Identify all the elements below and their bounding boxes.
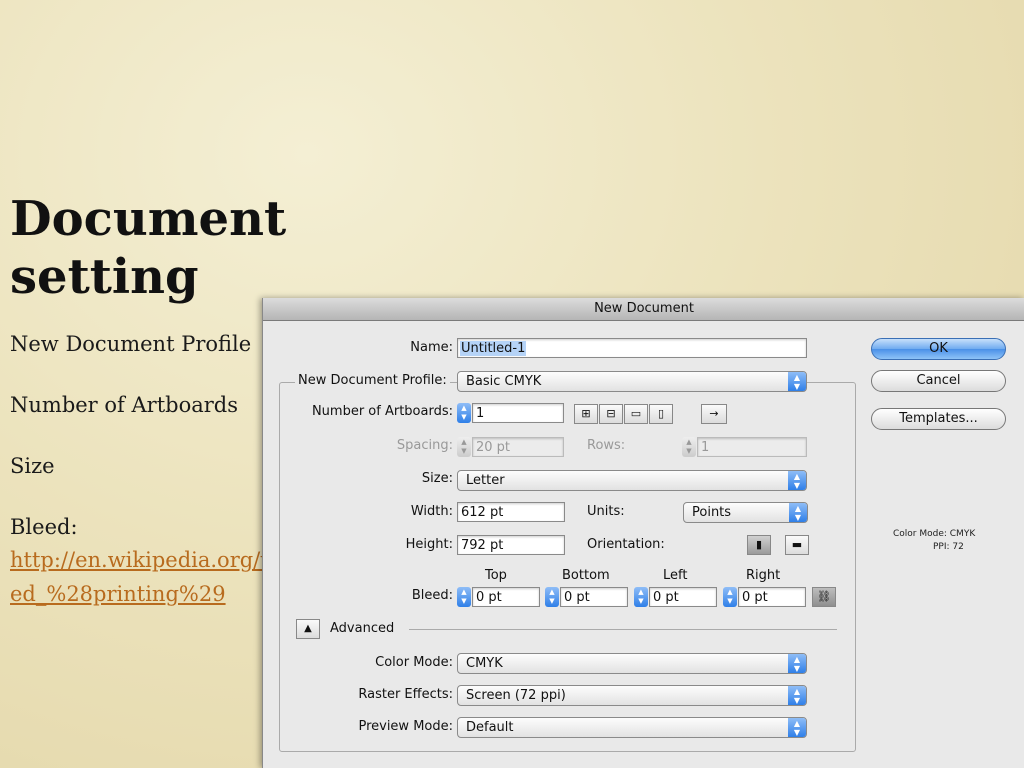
rows-stepper-icon: ▲ ▼ [682, 437, 696, 457]
bleed-top-stepper-icon[interactable]: ▲ ▼ [457, 587, 471, 607]
new-document-dialog: New Document Name: Untitled-1 New Docume… [262, 298, 1024, 768]
advanced-toggle-icon[interactable]: ▲ [296, 619, 320, 639]
arrange-by-row-icon[interactable]: ▭ [624, 404, 648, 424]
orientation-label: Orientation: [587, 537, 665, 552]
units-label: Units: [587, 504, 625, 519]
slide-title-line1: Document [10, 191, 287, 247]
link-bleed-icon[interactable]: ⛓ [812, 587, 836, 607]
bleed-right-header: Right [746, 568, 781, 583]
select-arrows-icon: ▲ ▼ [789, 503, 807, 522]
raster-effects-value: Screen (72 ppi) [466, 688, 566, 703]
preview-mode-select[interactable]: Default ▲ ▼ [457, 717, 807, 738]
select-arrows-icon: ▲ ▼ [788, 372, 806, 391]
select-arrows-icon: ▲ ▼ [788, 718, 806, 737]
templates-button[interactable]: Templates... [871, 408, 1006, 430]
slide-title: Document setting [10, 190, 286, 306]
spacing-label: Spacing: [396, 438, 453, 453]
rows-input: 1 [697, 437, 807, 457]
artboards-label: Number of Artboards: [311, 404, 453, 419]
bleed-bottom-input[interactable]: 0 pt [560, 587, 628, 607]
dialog-titlebar[interactable]: New Document [263, 298, 1024, 321]
name-value: Untitled-1 [460, 341, 527, 356]
size-select[interactable]: Letter ▲ ▼ [457, 470, 807, 491]
color-mode-select[interactable]: CMYK ▲ ▼ [457, 653, 807, 674]
height-label: Height: [405, 537, 453, 552]
select-arrows-icon: ▲ ▼ [788, 686, 806, 705]
bleed-bottom-header: Bottom [562, 568, 610, 583]
name-label: Name: [410, 340, 453, 355]
select-arrows-icon: ▲ ▼ [788, 471, 806, 490]
left-to-right-layout-icon[interactable]: → [701, 404, 727, 424]
raster-effects-select[interactable]: Screen (72 ppi) ▲ ▼ [457, 685, 807, 706]
size-value: Letter [466, 473, 505, 488]
units-select[interactable]: Points ▲ ▼ [683, 502, 808, 523]
height-input[interactable]: 792 pt [457, 535, 565, 555]
bleed-bottom-stepper-icon[interactable]: ▲ ▼ [545, 587, 559, 607]
advanced-label: Advanced [330, 621, 395, 636]
grid-by-column-icon[interactable]: ⊟ [599, 404, 623, 424]
bleed-link-line2: ed_%28printing%29 [10, 582, 226, 606]
profile-select[interactable]: Basic CMYK ▲ ▼ [457, 371, 807, 392]
landscape-orientation-icon[interactable]: ▬ [785, 535, 809, 555]
profile-label: New Document Profile: [295, 373, 450, 388]
bleed-label: Bleed: [411, 588, 453, 603]
color-mode-label: Color Mode: [375, 655, 453, 670]
slide-title-line2: setting [10, 249, 199, 305]
advanced-separator [409, 629, 837, 630]
bleed-top-input[interactable]: 0 pt [472, 587, 540, 607]
artboards-stepper-icon[interactable]: ▲ ▼ [457, 403, 471, 423]
cancel-button[interactable]: Cancel [871, 370, 1006, 392]
arrange-by-column-icon[interactable]: ▯ [649, 404, 673, 424]
preview-mode-value: Default [466, 720, 514, 735]
info-color-mode: Color Mode: CMYK [893, 529, 976, 539]
preview-mode-label: Preview Mode: [358, 719, 453, 734]
grid-by-row-icon[interactable]: ⊞ [574, 404, 598, 424]
spacing-stepper-icon: ▲ ▼ [457, 437, 471, 457]
bleed-top-header: Top [485, 568, 507, 583]
color-mode-value: CMYK [466, 656, 503, 671]
raster-effects-label: Raster Effects: [358, 687, 453, 702]
info-ppi: PPI: 72 [933, 542, 964, 552]
bleed-left-header: Left [663, 568, 688, 583]
select-arrows-icon: ▲ ▼ [788, 654, 806, 673]
name-input[interactable]: Untitled-1 [457, 338, 807, 358]
artboards-input[interactable]: 1 [472, 403, 564, 423]
document-info: Color Mode: CMYK PPI: 72 [893, 528, 975, 554]
rows-label: Rows: [587, 438, 626, 453]
bleed-right-input[interactable]: 0 pt [738, 587, 806, 607]
portrait-orientation-icon[interactable]: ▮ [747, 535, 771, 555]
ok-button[interactable]: OK [871, 338, 1006, 360]
spacing-input: 20 pt [472, 437, 564, 457]
units-value: Points [692, 505, 732, 520]
bleed-left-stepper-icon[interactable]: ▲ ▼ [634, 587, 648, 607]
width-label: Width: [410, 504, 453, 519]
bleed-left-input[interactable]: 0 pt [649, 587, 717, 607]
profile-value: Basic CMYK [466, 374, 542, 389]
size-label: Size: [421, 471, 453, 486]
width-input[interactable]: 612 pt [457, 502, 565, 522]
bleed-right-stepper-icon[interactable]: ▲ ▼ [723, 587, 737, 607]
